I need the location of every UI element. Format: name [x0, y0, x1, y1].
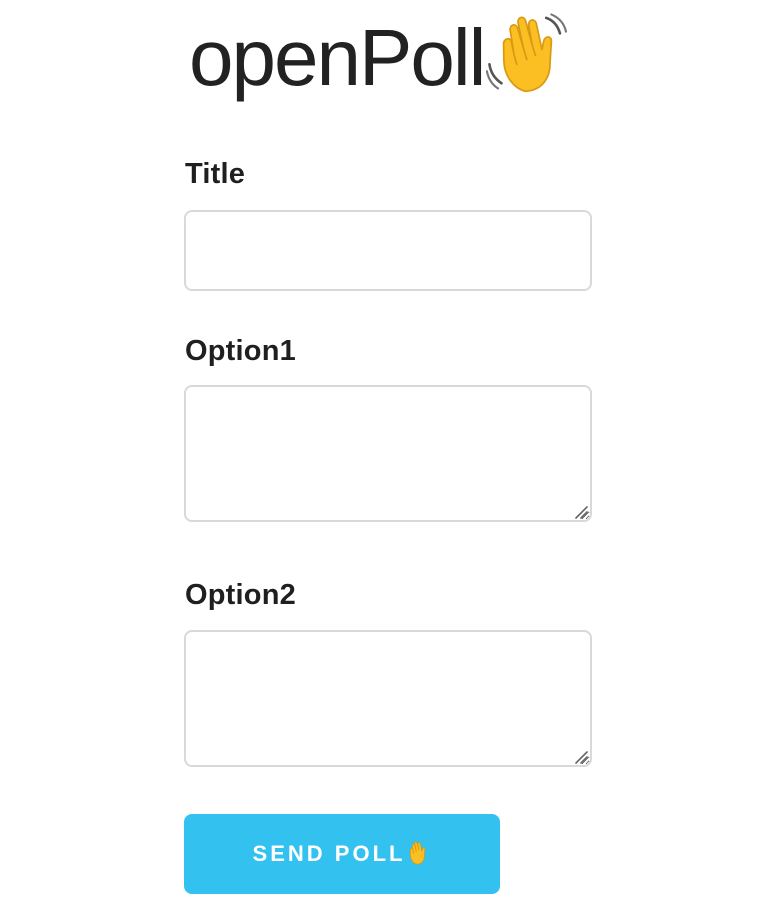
title-input[interactable]	[184, 210, 592, 291]
title-label: Title	[185, 158, 246, 190]
send-poll-button[interactable]: SEND POLL	[184, 814, 500, 894]
logo-text: openPoll	[189, 13, 486, 102]
option2-textarea[interactable]	[184, 630, 592, 767]
waving-hand-icon	[405, 840, 431, 866]
send-poll-label: SEND POLL	[252, 841, 406, 866]
option1-label: Option1	[185, 335, 296, 367]
waving-hand-icon	[486, 11, 572, 97]
app-logo: openPoll	[189, 8, 572, 108]
option1-textarea[interactable]	[184, 385, 592, 522]
option2-label: Option2	[185, 579, 296, 611]
